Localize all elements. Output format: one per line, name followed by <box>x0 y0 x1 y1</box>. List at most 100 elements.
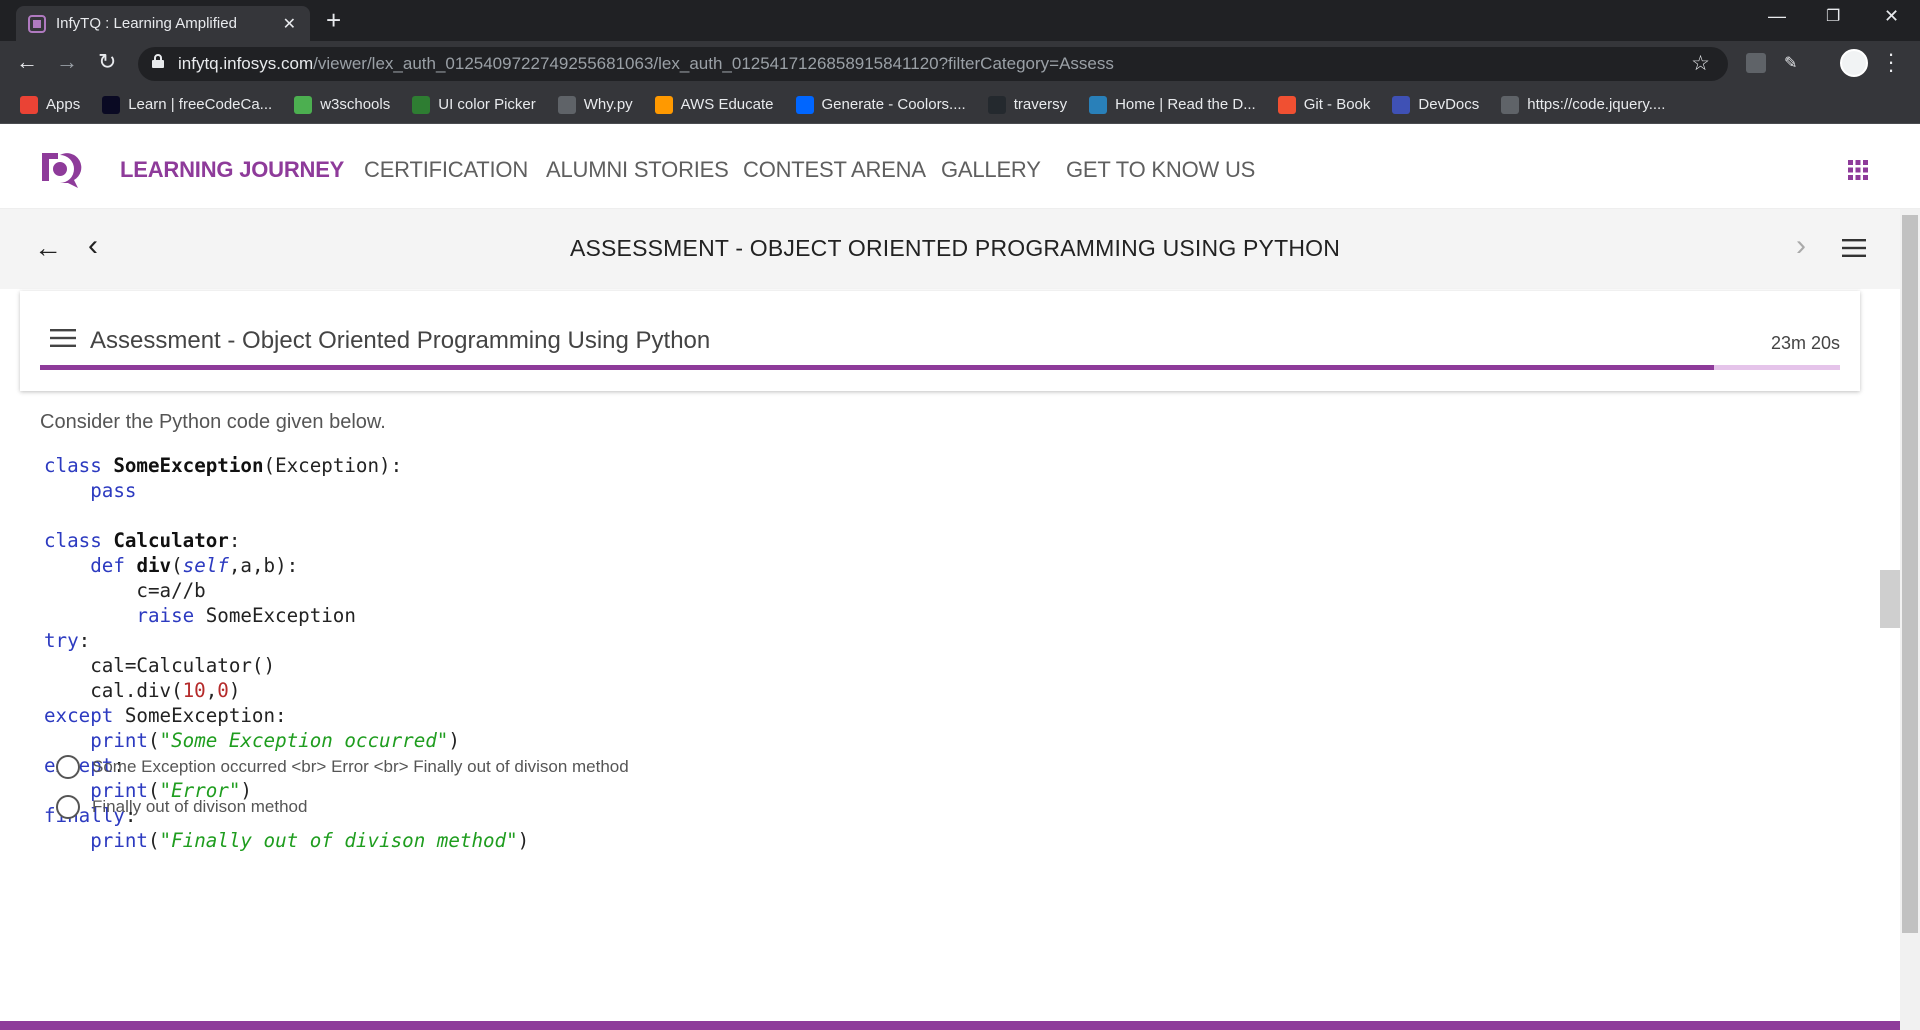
tab-close-icon[interactable]: ✕ <box>283 14 296 34</box>
next-chevron-icon[interactable]: › <box>1796 229 1806 263</box>
option-label: Some Exception occurred <br> Error <br> … <box>92 757 629 776</box>
bookmark-label: https://code.jquery.... <box>1527 96 1666 113</box>
scrollbar[interactable] <box>1900 209 1920 1030</box>
bookmark-item[interactable]: w3schools <box>294 95 391 114</box>
bookmark-star-icon[interactable]: ☆ <box>1691 51 1710 76</box>
code-line: try: <box>44 629 91 652</box>
bookmark-label: Home | Read the D... <box>1115 96 1256 113</box>
assessment-header-bar: ← ‹ ASSESSMENT - OBJECT ORIENTED PROGRAM… <box>0 209 1900 289</box>
apps-grid-icon[interactable] <box>1848 160 1868 180</box>
code-line: class SomeException(Exception): <box>44 454 403 477</box>
scrollbar-thumb[interactable] <box>1902 215 1918 933</box>
bookmark-item[interactable]: Why.py <box>557 95 633 114</box>
bookmark-label: Why.py <box>583 96 633 113</box>
bookmark-label: Generate - Coolors.... <box>821 96 966 113</box>
lock-icon <box>152 54 164 68</box>
option-label: Finally out of divison method <box>92 797 308 816</box>
infytq-favicon-icon <box>28 14 46 33</box>
code-line: print("Some Exception occurred") <box>90 729 460 752</box>
code-line: cal.div(10,0) <box>44 679 241 702</box>
bookmark-label: Git - Book <box>1303 96 1371 113</box>
bookmark-item[interactable]: Apps <box>20 95 81 114</box>
inner-scrollbar-thumb[interactable] <box>1880 570 1900 628</box>
bookmark-item[interactable]: UI color Picker <box>412 95 536 114</box>
bookmark-label: UI color Picker <box>438 96 536 113</box>
restore-icon[interactable]: ❐ <box>1826 6 1840 26</box>
github-icon <box>987 95 1006 114</box>
progress-bar <box>40 365 1840 370</box>
answer-option-2[interactable]: Finally out of divison method <box>56 795 307 819</box>
apps-grid-icon <box>20 95 38 114</box>
bookmark-item[interactable]: Learn | freeCodeCa... <box>102 95 273 114</box>
site-navigation: LEARNING JOURNEY CERTIFICATION ALUMNI ST… <box>0 125 1920 209</box>
bookmark-label: Apps <box>46 96 81 113</box>
radio-button[interactable] <box>56 795 80 819</box>
code-line: raise SomeException <box>136 604 356 627</box>
nav-contest-arena[interactable]: CONTEST ARENA <box>743 157 926 183</box>
answer-option-1[interactable]: Some Exception occurred <br> Error <br> … <box>56 755 629 779</box>
address-bar[interactable]: infytq.infosys.com/viewer/lex_auth_01254… <box>138 47 1728 81</box>
assessment-title: Assessment - Object Oriented Programming… <box>90 327 711 354</box>
code-line: class Calculator: <box>44 529 241 552</box>
nav-learning-journey[interactable]: LEARNING JOURNEY <box>120 157 344 183</box>
code-line: def div(self,a,b): <box>90 554 299 577</box>
bookmark-item[interactable]: Git - Book <box>1277 95 1371 114</box>
globe-icon <box>1501 95 1520 114</box>
window-close-icon[interactable]: ✕ <box>1884 6 1899 27</box>
code-line: c=a//b <box>44 579 206 602</box>
bookmark-label: AWS Educate <box>680 96 774 113</box>
code-line: print("Finally out of divison method") <box>90 829 530 852</box>
question-prompt: Consider the Python code given below. <box>40 411 386 433</box>
browser-tab-strip: InfyTQ : Learning Amplified ✕ + — ❐ ✕ <box>0 0 1920 41</box>
color-picker-icon <box>412 95 431 114</box>
aws-icon <box>654 95 673 114</box>
pen-extension-icon[interactable]: ✎ <box>1784 53 1804 73</box>
bookmark-item[interactable]: Home | Read the D... <box>1089 95 1256 114</box>
minimize-icon[interactable]: — <box>1768 6 1786 27</box>
forward-icon[interactable]: → <box>56 49 78 75</box>
tab-title: InfyTQ : Learning Amplified <box>56 15 237 32</box>
assessment-card: Assessment - Object Oriented Programming… <box>20 291 1860 391</box>
radio-button[interactable] <box>56 755 80 779</box>
bookmark-item[interactable]: https://code.jquery.... <box>1501 95 1666 114</box>
bookmark-item[interactable]: traversy <box>987 95 1068 114</box>
back-icon[interactable]: ← <box>16 49 38 75</box>
bookmarks-bar: Apps Learn | freeCodeCa... w3schools UI col… <box>0 86 1920 124</box>
nav-get-to-know-us[interactable]: GET TO KNOW US <box>1066 157 1255 183</box>
new-tab-icon[interactable]: + <box>326 5 341 36</box>
extension-icon[interactable] <box>1746 53 1766 73</box>
url-host: infytq.infosys.com <box>178 54 314 73</box>
reload-icon[interactable]: ↻ <box>98 49 116 75</box>
coolors-icon <box>795 95 814 114</box>
globe-icon <box>557 95 576 114</box>
infytq-logo-icon[interactable] <box>38 147 84 189</box>
browser-tab[interactable]: InfyTQ : Learning Amplified ✕ <box>16 6 310 41</box>
code-block: class SomeException(Exception): pass cla… <box>44 453 529 853</box>
bookmark-label: traversy <box>1013 96 1068 113</box>
profile-avatar[interactable] <box>1840 49 1868 77</box>
nav-alumni-stories[interactable]: ALUMNI STORIES <box>546 157 729 183</box>
code-line: cal=Calculator() <box>44 654 276 677</box>
code-line: except SomeException: <box>44 704 287 727</box>
chrome-menu-icon[interactable]: · · · <box>1886 43 1896 81</box>
nav-certification[interactable]: CERTIFICATION <box>364 157 528 183</box>
page-title: ASSESSMENT - OBJECT ORIENTED PROGRAMMING… <box>569 235 1341 261</box>
readthedocs-icon <box>1089 95 1108 114</box>
nav-gallery[interactable]: GALLERY <box>941 157 1041 183</box>
countdown-timer: 23m 20s <box>1770 333 1840 353</box>
freecodecamp-icon <box>102 95 121 114</box>
git-icon <box>1277 95 1296 114</box>
browser-toolbar: ← → ↻ infytq.infosys.com/viewer/lex_auth… <box>0 41 1920 86</box>
page-content: LEARNING JOURNEY CERTIFICATION ALUMNI ST… <box>0 125 1920 1030</box>
bookmark-label: Learn | freeCodeCa... <box>128 96 273 113</box>
code-line: pass <box>90 479 137 502</box>
bookmark-item[interactable]: Generate - Coolors.... <box>795 95 966 114</box>
bookmark-item[interactable]: DevDocs <box>1392 95 1479 114</box>
bookmark-item[interactable]: AWS Educate <box>654 95 774 114</box>
progress-bar-fill <box>40 365 1714 370</box>
hamburger-menu-icon[interactable] <box>1842 239 1866 257</box>
bottom-accent-bar <box>0 1021 1900 1030</box>
url-path: /viewer/lex_auth_0125409722749255681063/… <box>313 54 1114 73</box>
bookmark-label: w3schools <box>320 96 391 113</box>
toc-menu-icon[interactable] <box>50 329 76 347</box>
